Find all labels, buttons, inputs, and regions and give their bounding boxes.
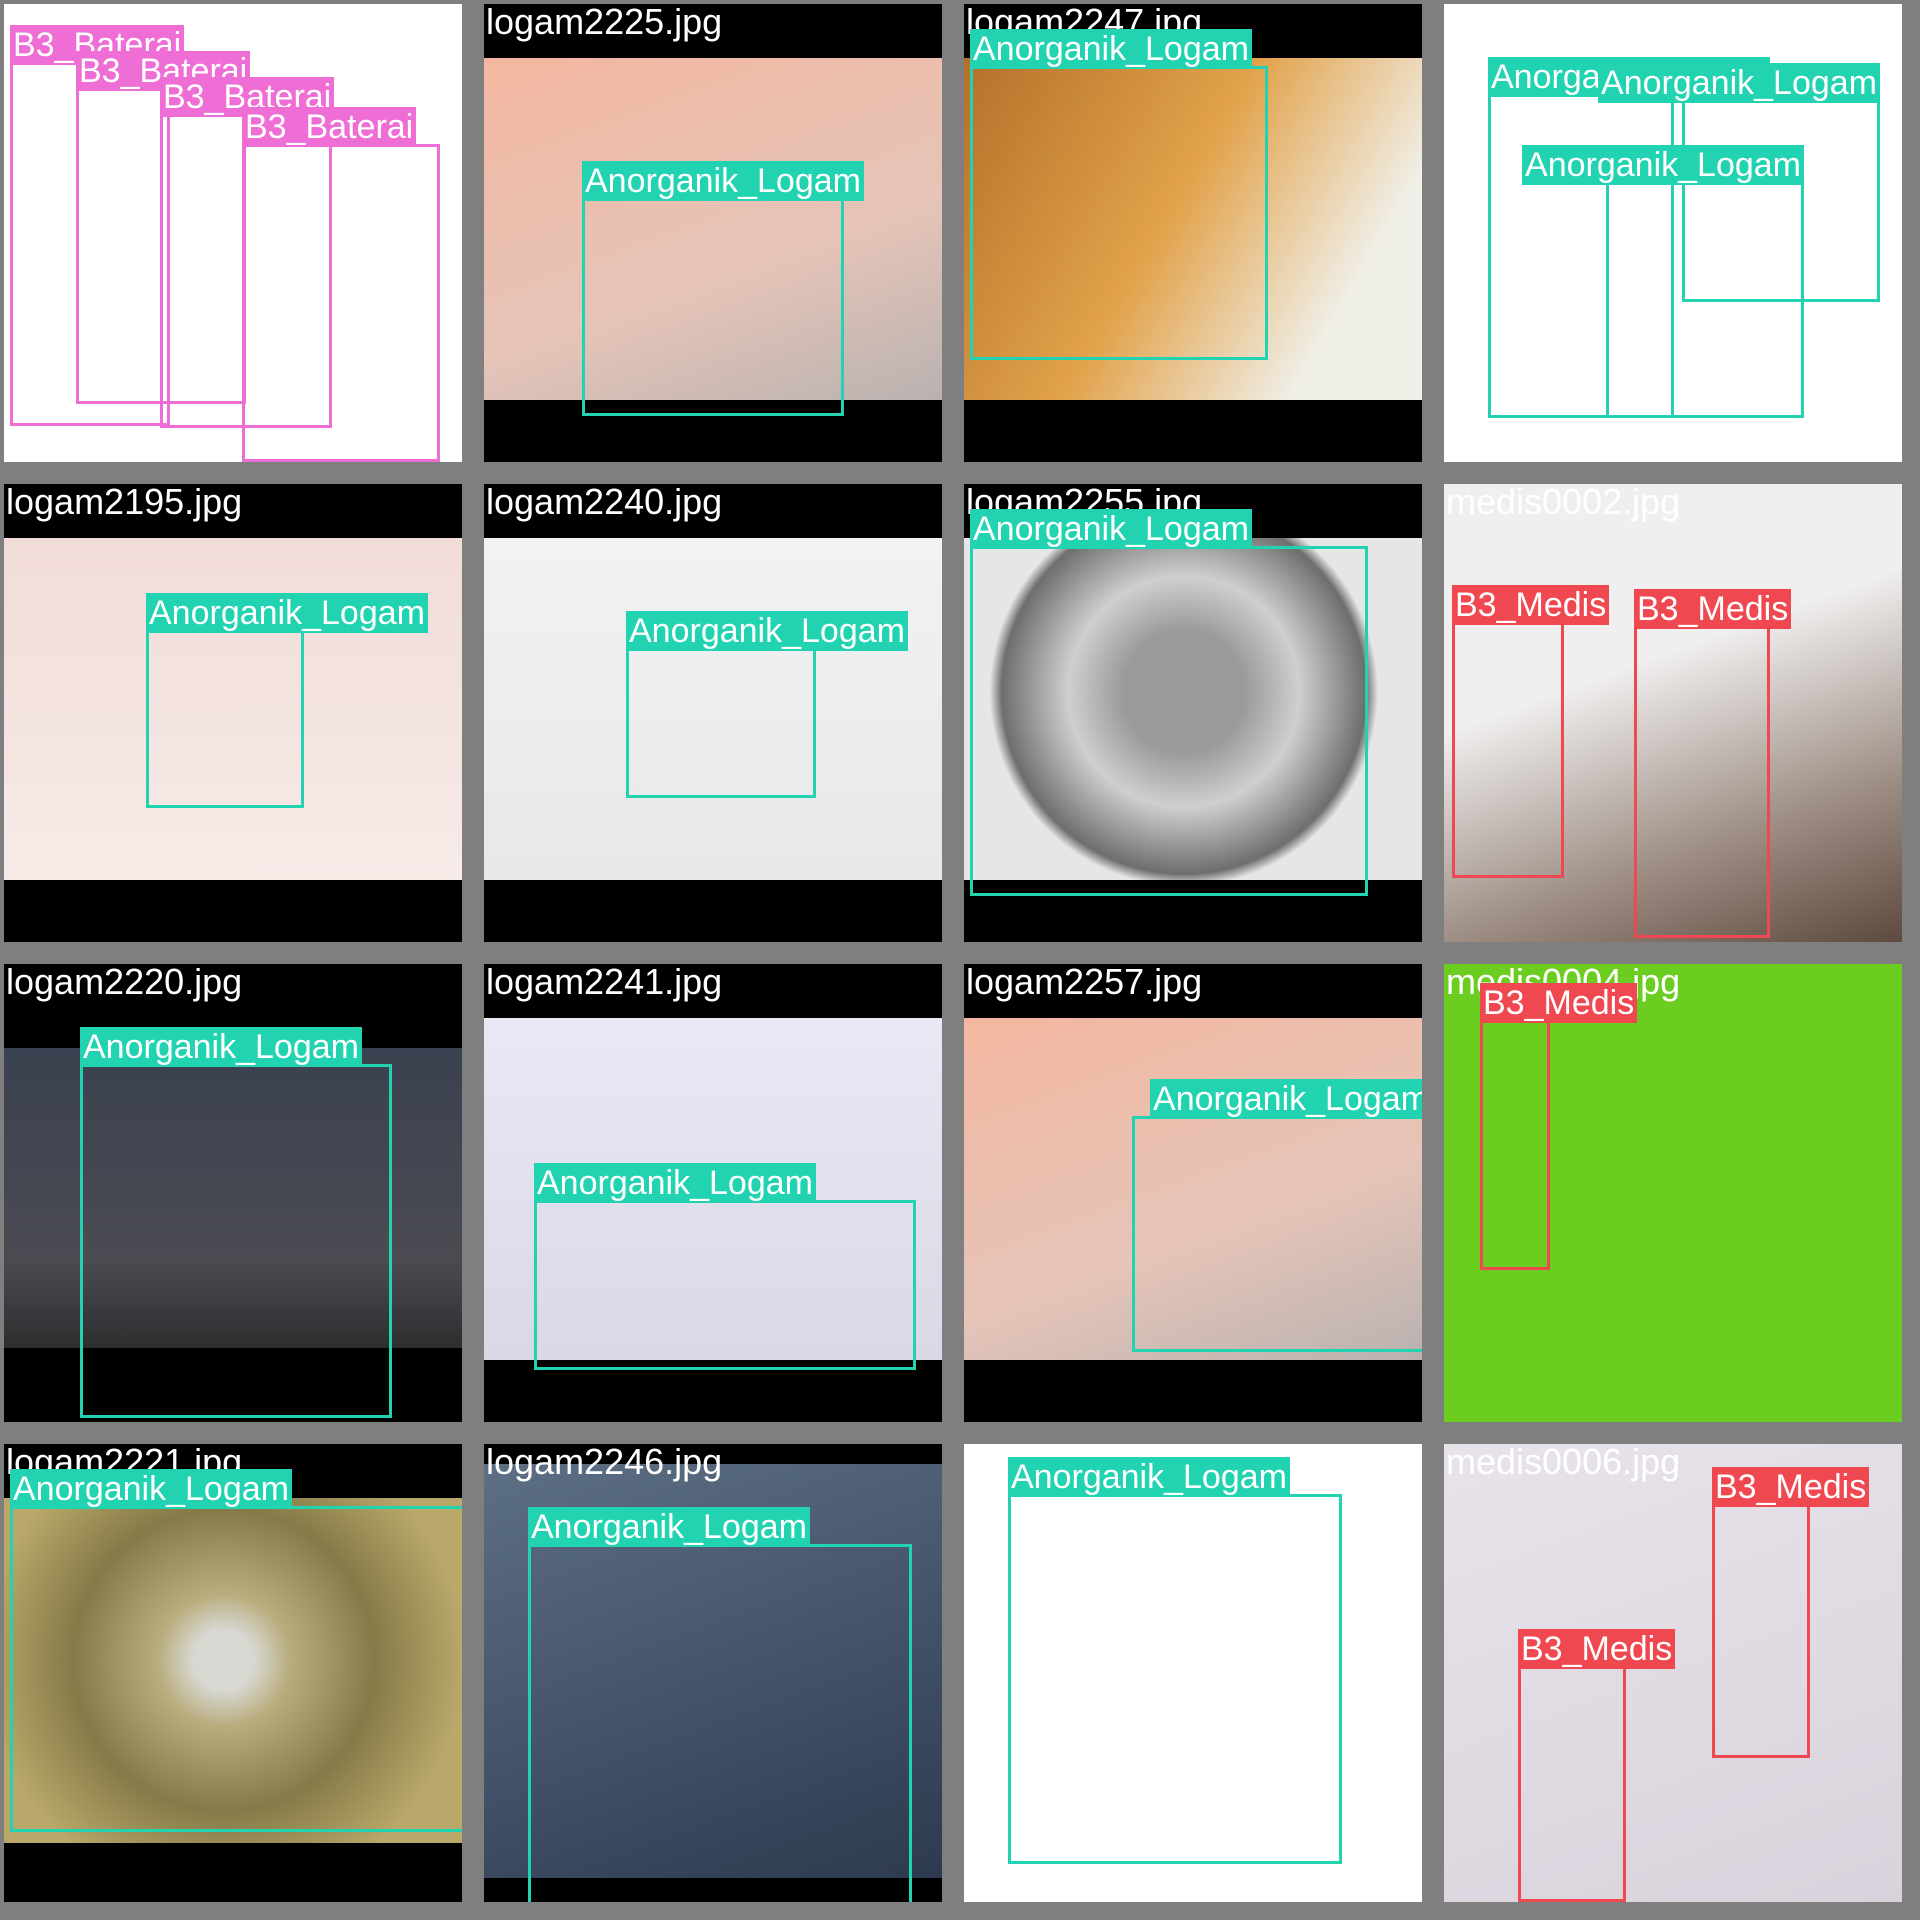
image-tile: logam2225.jpg Anorganik_Logam (484, 4, 942, 462)
bounding-box: B3_Medis (1452, 585, 1610, 878)
box-label: Anorganik_Logam (1522, 145, 1804, 185)
box-label: Anorganik_Logam (1598, 63, 1880, 103)
bounding-box: Anorganik_Logam (970, 29, 1268, 360)
tile-filename: logam2257.jpg (966, 964, 1203, 1002)
box-label: B3_Medis (1712, 1467, 1870, 1507)
tile-filename: logam2220.jpg (6, 964, 243, 1002)
bounding-box: Anorganik_Logam (10, 1469, 462, 1832)
bounding-box: Anorganik_Logam (528, 1507, 912, 1902)
box-label: Anorganik_Logam (1150, 1079, 1422, 1119)
box-label: Anorganik_Logam (1008, 1457, 1290, 1497)
image-tile: medis0006.jpg B3_Medis B3_Medis (1444, 1444, 1902, 1902)
tile-photo (1444, 1444, 1902, 1902)
image-tile: logam2246.jpg Anorganik_Logam (484, 1444, 942, 1902)
bounding-box: B3_Baterai (242, 107, 440, 462)
tile-filename: medis0006.jpg (1446, 1444, 1681, 1482)
box-label: Anorganik_Logam (970, 509, 1252, 549)
image-tile: baterai0002.jpg B3_Baterai B3_Baterai B3_Ba… (4, 4, 462, 462)
tile-filename: logam2268.jpg (1446, 4, 1683, 42)
bounding-box: B3_Medis (1518, 1629, 1676, 1902)
detection-grid: baterai0002.jpg B3_Baterai B3_Baterai B3_Ba… (0, 0, 1920, 1920)
tile-filename: logam2225.jpg (486, 4, 723, 42)
box-label: B3_Medis (1480, 983, 1638, 1023)
bounding-box: B3_Medis (1712, 1467, 1870, 1758)
bounding-box: Anorganik_Logam (146, 593, 428, 808)
bounding-box: B3_Medis (1480, 983, 1638, 1270)
image-tile: logam2220.jpg Anorganik_Logam (4, 964, 462, 1422)
image-tile: logam2257.jpg Anorganik_Logam (964, 964, 1422, 1422)
box-label: Anorganik_Logam (626, 611, 908, 651)
image-tile: logam2240.jpg Anorganik_Logam (484, 484, 942, 942)
box-label: Anorganik_Logam (534, 1163, 816, 1203)
bounding-box: Anorganik_Logam (626, 611, 908, 798)
bounding-box: B3_Medis (1634, 589, 1792, 938)
image-tile: logam2195.jpg Anorganik_Logam (4, 484, 462, 942)
box-label: B3_Medis (1634, 589, 1792, 629)
box-label: B3_Medis (1452, 585, 1610, 625)
box-label: B3_Baterai (242, 107, 417, 147)
tile-filename: logam2195.jpg (6, 484, 243, 522)
box-label: B3_Medis (1518, 1629, 1676, 1669)
tile-filename: logam2246.jpg (486, 1444, 723, 1482)
box-label: Anorganik_Logam (146, 593, 428, 633)
tile-filename: logam2241.jpg (486, 964, 723, 1002)
box-label: Anorganik_Logam (582, 161, 864, 201)
image-tile: medis0004.jpgB3_Medis (1444, 964, 1902, 1422)
image-tile: logam2247.jpg Anorganik_Logam (964, 4, 1422, 462)
bounding-box: Anorganik_Logam (970, 509, 1368, 896)
box-label: Anorganik_Logam (528, 1507, 810, 1547)
bounding-box: Anorganik_Logam (1522, 145, 1804, 418)
box-label: Anorganik_Logam (10, 1469, 292, 1509)
image-tile: logam2221.jpg Anorganik_Logam (4, 1444, 462, 1902)
bounding-box: Anorganik_Logam (80, 1027, 392, 1418)
image-tile: logam2255.jpg Anorganik_Logam (964, 484, 1422, 942)
bounding-box: Anorganik_Logam (582, 161, 864, 416)
image-tile: logam2268.jpg Anorganik_Logam Anorganik_Lo… (1444, 4, 1902, 462)
box-label: Anorganik_Logam (970, 29, 1252, 69)
bounding-box: Anorganik_Logam (534, 1163, 916, 1370)
tile-filename: logam2240.jpg (486, 484, 723, 522)
image-tile: medis0002.jpg B3_Medis B3_Medis (1444, 484, 1902, 942)
image-tile: logam2241.jpg Anorganik_Logam (484, 964, 942, 1422)
box-label: Anorganik_Logam (80, 1027, 362, 1067)
image-tile: logam2254.jpgAnorganik_Logam (964, 1444, 1422, 1902)
tile-filename: medis0002.jpg (1446, 484, 1681, 522)
bounding-box: Anorganik_Logam (1132, 1079, 1422, 1352)
bounding-box: Anorganik_Logam (1008, 1457, 1342, 1864)
